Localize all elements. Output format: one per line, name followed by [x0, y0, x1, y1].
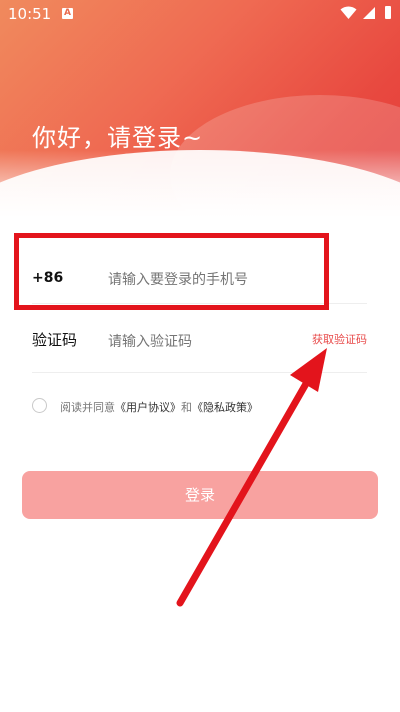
annotation-arrow-icon: [176, 348, 327, 607]
